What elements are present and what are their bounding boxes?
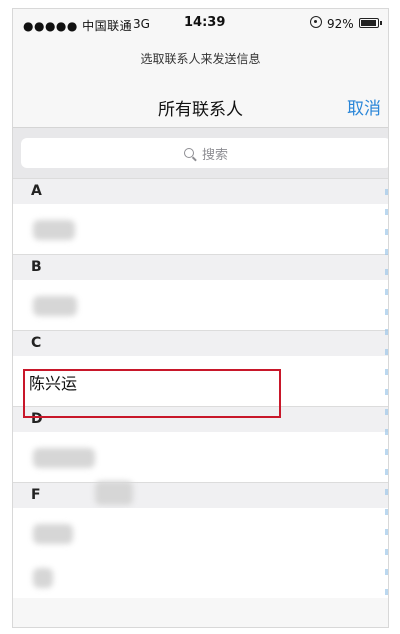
blurred-contact-name <box>95 481 133 505</box>
network-type: 3G <box>133 17 150 31</box>
page-title: 所有联系人 <box>158 100 243 120</box>
contact-row[interactable] <box>13 508 388 558</box>
blurred-contact-name <box>33 524 73 544</box>
blurred-contact-name <box>33 220 75 240</box>
blurred-contact-name <box>33 448 95 468</box>
section-letter: B <box>31 259 42 275</box>
status-bar: ●●●●● 中国联通 3G 14:39 92% <box>13 9 388 39</box>
carrier-label: ●●●●● 中国联通 <box>23 19 133 33</box>
section-header-a: A <box>13 178 388 204</box>
contact-row[interactable] <box>13 558 388 598</box>
section-letter: F <box>31 487 41 503</box>
rotation-lock-icon <box>310 16 322 28</box>
section-letter: C <box>31 335 42 351</box>
highlight-box <box>23 369 281 418</box>
section-header-c: C <box>13 330 388 356</box>
search-icon <box>183 148 194 158</box>
battery-icon <box>359 18 382 28</box>
section-index-bar[interactable] <box>385 189 388 609</box>
phone-screen: ●●●●● 中国联通 3G 14:39 92% 选取联系人来发送信息 所有联系人… <box>12 8 389 628</box>
contact-row[interactable] <box>13 280 388 330</box>
picker-prompt: 选取联系人来发送信息 <box>140 52 261 66</box>
section-header-f: F <box>13 481 388 508</box>
search-bar: 搜索 <box>13 128 388 178</box>
cancel-button[interactable]: 取消 <box>347 94 381 119</box>
section-letter: A <box>31 183 42 199</box>
blurred-contact-name <box>33 568 53 588</box>
blurred-contact-name <box>33 296 77 316</box>
section-header-b: B <box>13 254 388 280</box>
contact-row[interactable] <box>13 204 388 254</box>
clock: 14:39 <box>184 15 226 30</box>
search-input[interactable]: 搜索 <box>21 138 388 168</box>
search-placeholder: 搜索 <box>201 147 228 163</box>
battery-percentage: 92% <box>327 17 354 31</box>
contact-row[interactable] <box>13 432 388 482</box>
